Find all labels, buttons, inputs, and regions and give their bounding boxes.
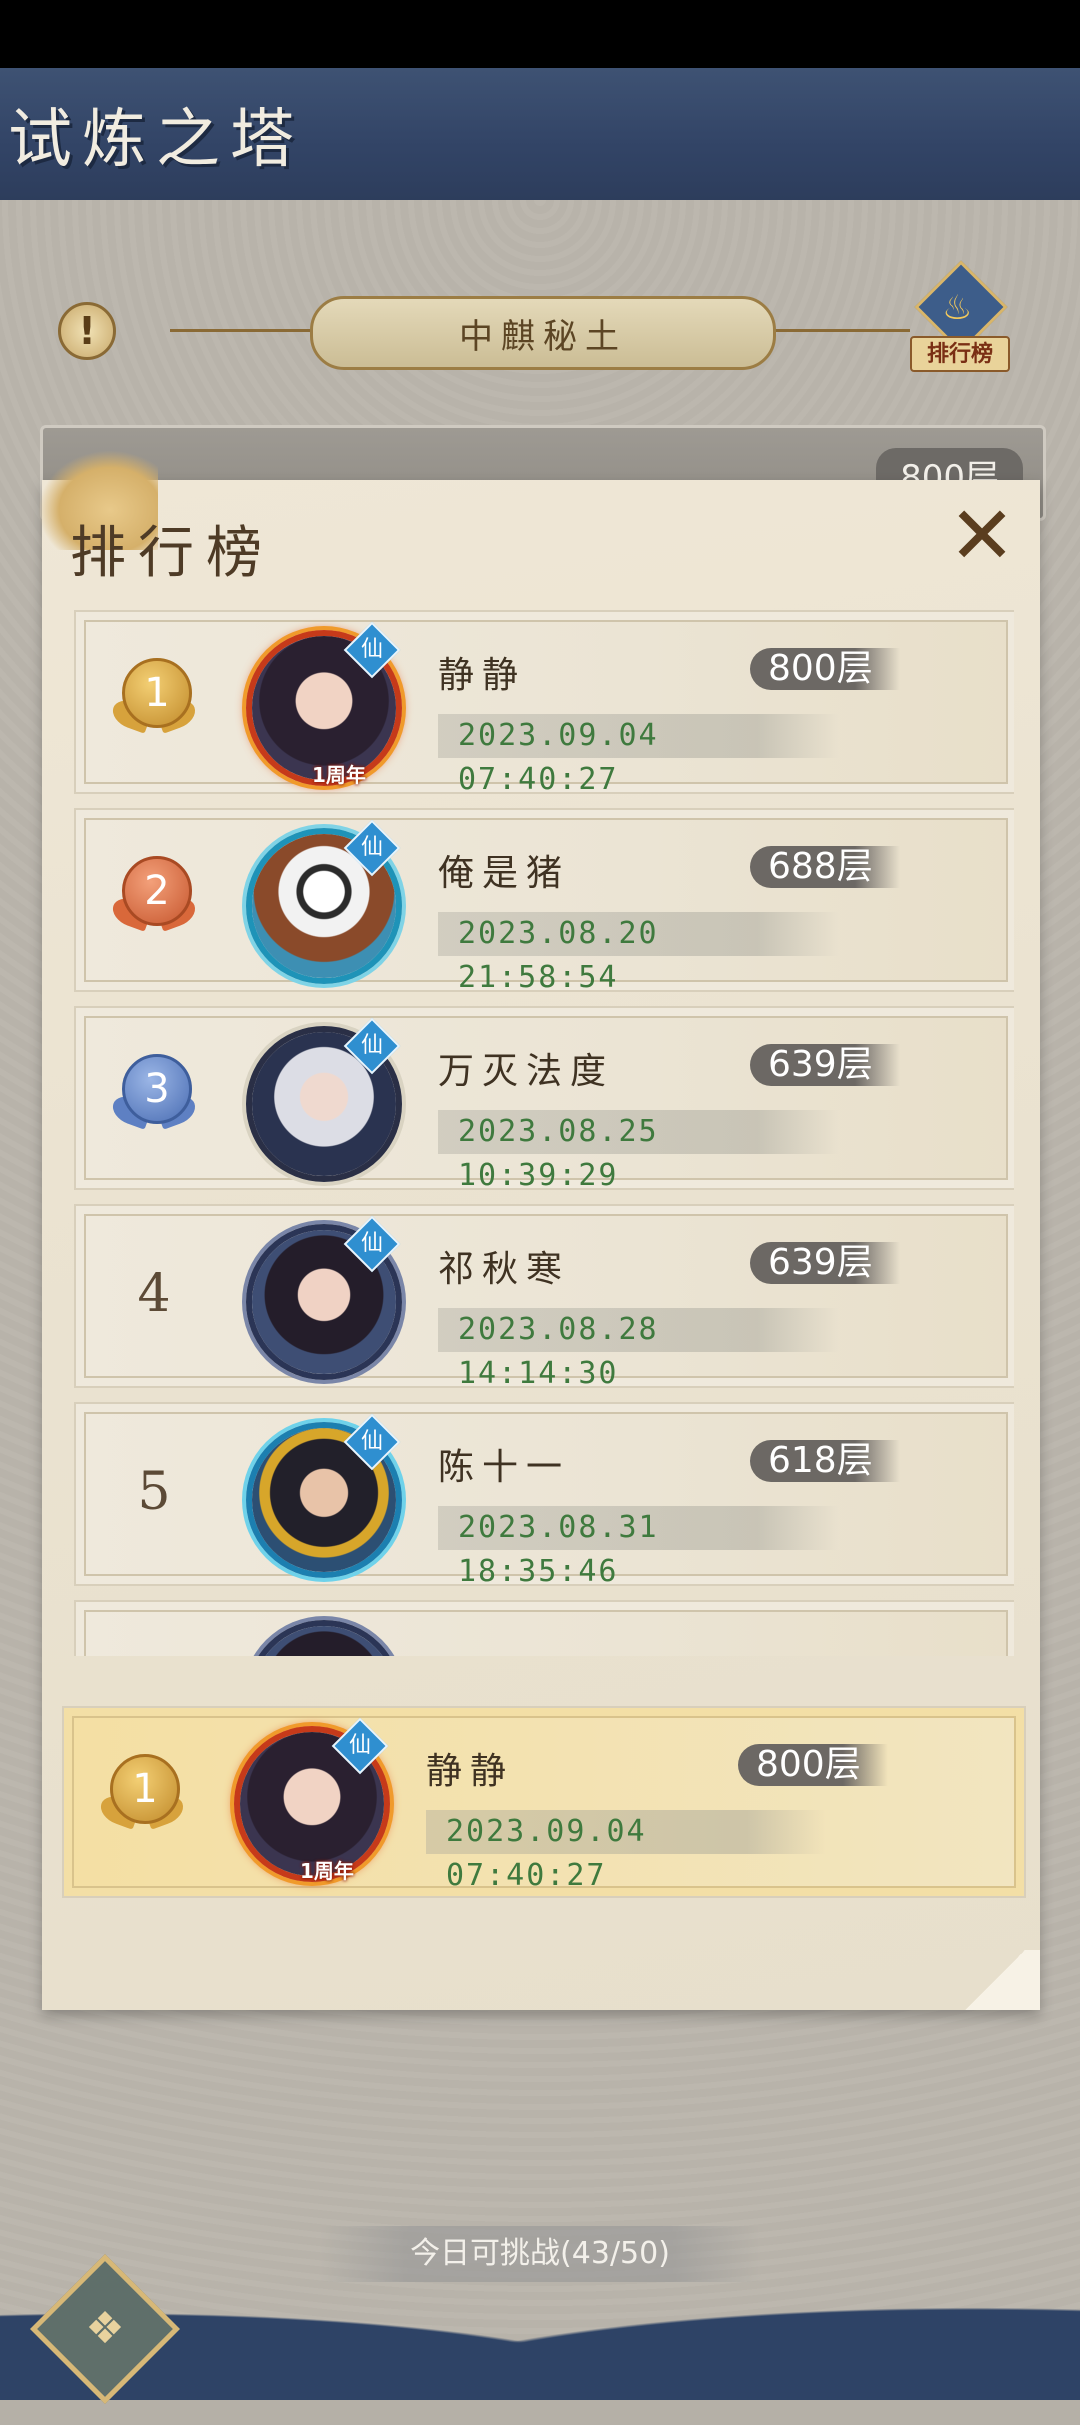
avatar-portrait — [252, 1626, 396, 1656]
floor-badge: 800层 — [750, 648, 900, 690]
avatar[interactable]: 仙 — [246, 819, 402, 984]
bronze-medal-icon: 3 — [108, 1054, 200, 1138]
rank-number: 4 — [137, 1264, 171, 1324]
stage-name-plaque: 中麒秘土 — [310, 296, 776, 370]
player-name: 祁秋寒 — [438, 1249, 571, 1290]
floor-badge: 618层 — [750, 1440, 900, 1482]
rank-number: 2 — [122, 856, 192, 926]
record-time: 2023.08.25 10:39:29 — [438, 1110, 838, 1193]
anniversary-frame-tag: 1周年 — [300, 1859, 354, 1883]
anniversary-frame-tag: 1周年 — [312, 763, 366, 787]
rank-number: 3 — [122, 1054, 192, 1124]
flame-emblem-icon: ♨ — [942, 288, 973, 328]
record-time: 2023.08.31 18:35:46 — [438, 1506, 838, 1589]
record-time: 2023.08.28 14:14:30 — [438, 1308, 838, 1391]
plaque-line-left — [170, 329, 310, 332]
avatar[interactable]: 仙 — [246, 1215, 402, 1380]
player-name: 万灭法度 — [438, 1051, 615, 1092]
plaque-line-right — [770, 329, 910, 332]
info-icon: ! — [78, 309, 96, 353]
page-curl-decoration — [950, 1950, 1040, 2010]
status-bar — [0, 0, 1080, 68]
floor-badge: 639层 — [750, 1044, 900, 1086]
leaderboard-button-label: 排行榜 — [910, 336, 1010, 372]
gold-medal-icon: 1 — [96, 1754, 188, 1838]
my-rank-card[interactable]: 1 仙 1周年 静静 800层 2023.09.04 07:40:27 — [62, 1706, 1026, 1898]
avatar[interactable]: 仙 1周年 — [246, 621, 402, 787]
avatar[interactable]: 仙 — [246, 1017, 402, 1182]
player-name: 俺是猪 — [438, 853, 571, 894]
leaderboard-row[interactable]: 5 仙 陈十一 618层 2023.08.31 18:35:46 — [74, 1402, 1014, 1589]
floor-badge: 639层 — [750, 1242, 900, 1284]
floor-badge: 800层 — [738, 1744, 888, 1786]
my-rank-row[interactable]: 1 仙 1周年 静静 800层 2023.09.04 07:40:27 — [62, 1706, 1026, 1898]
floor-badge: 688层 — [750, 846, 900, 888]
avatar[interactable] — [246, 1620, 402, 1656]
leaderboard-row[interactable]: 4 仙 祁秋寒 639层 2023.08.28 14:14:30 — [74, 1204, 1014, 1391]
player-name: 陈十一 — [438, 1447, 571, 1488]
gold-medal-icon: 1 — [108, 658, 200, 742]
player-name: 静静 — [426, 1751, 515, 1792]
leaderboard-row-partial[interactable] — [74, 1600, 1014, 1656]
rank-number: 1 — [122, 658, 192, 728]
leaderboard-button[interactable]: ♨ 排行榜 — [908, 260, 1010, 374]
info-button[interactable]: ! — [58, 302, 116, 360]
record-time: 2023.08.20 21:58:54 — [438, 912, 838, 995]
panel-title: 排行榜 — [70, 521, 274, 586]
leaderboard-list[interactable]: 1 仙 1周年 静静 800层 2023.09.04 07:40:27 2 仙 … — [74, 610, 1014, 1656]
leaderboard-row[interactable]: 3 仙 万灭法度 639层 2023.08.25 10:39:29 — [74, 1006, 1014, 1193]
page-title: 试炼之塔 — [8, 103, 304, 177]
daily-challenge-count: 今日可挑战(43/50) — [320, 2226, 760, 2282]
player-name: 静静 — [438, 655, 527, 696]
close-icon: ✕ — [948, 489, 1016, 582]
record-time: 2023.09.04 07:40:27 — [426, 1810, 826, 1893]
menu-knot-icon: ❖ — [85, 2303, 125, 2354]
leaderboard-row[interactable]: 1 仙 1周年 静静 800层 2023.09.04 07:40:27 — [74, 610, 1014, 797]
leaderboard-row[interactable]: 2 仙 俺是猪 688层 2023.08.20 21:58:54 — [74, 808, 1014, 995]
avatar[interactable]: 仙 1周年 — [234, 1717, 390, 1883]
record-time: 2023.09.04 07:40:27 — [438, 714, 838, 797]
rank-number: 1 — [110, 1754, 180, 1824]
leaderboard-panel: 排行榜 ✕ 1 仙 1周年 静静 800层 2023.09.04 07:40:2… — [38, 450, 1040, 2010]
rank-number: 5 — [137, 1462, 171, 1522]
avatar[interactable]: 仙 — [246, 1413, 402, 1578]
close-button[interactable]: ✕ — [946, 496, 1018, 576]
silver-medal-icon: 2 — [108, 856, 200, 940]
